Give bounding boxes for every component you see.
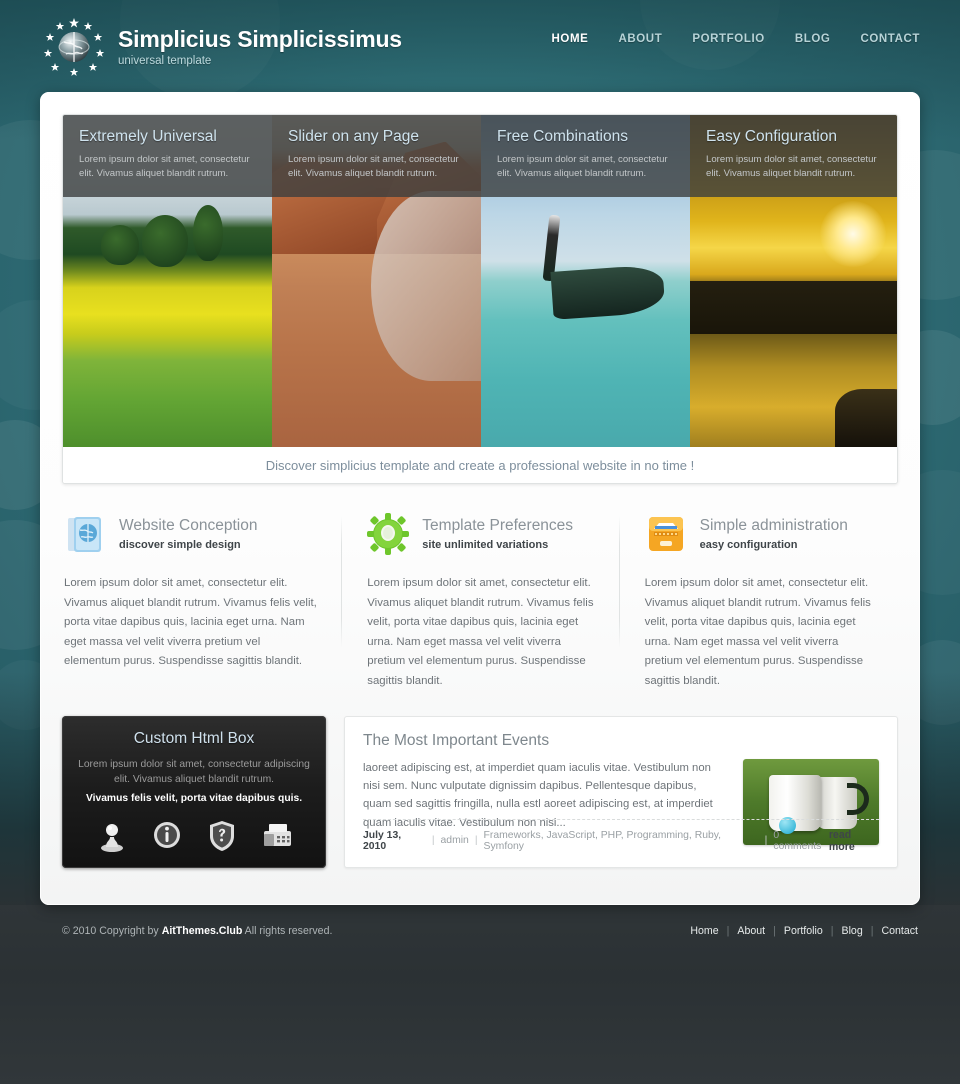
feature-subtitle: discover simple design (119, 538, 241, 551)
slide-text: Lorem ipsum dolor sit amet, consectetur … (706, 154, 877, 179)
feature-header: Simple administration easy configuration (645, 510, 872, 558)
nav-item-home[interactable]: HOME (552, 33, 589, 45)
content-panel: Extremely Universal Lorem ipsum dolor si… (40, 92, 920, 905)
events-meta: July 13, 2010 | admin | Frameworks, Java… (363, 818, 879, 853)
custom-html-box-text-strong: Vivamus felis velit, porta vitae dapibus… (85, 792, 303, 804)
footer-link-about[interactable]: About (737, 925, 765, 937)
green-gear-icon (367, 513, 410, 555)
orange-filebox-icon (645, 513, 687, 555)
footer-separator: | (773, 925, 776, 937)
slide-caption: Slider on any Page Lorem ipsum dolor sit… (272, 115, 481, 197)
slide-extremely-universal[interactable]: Extremely Universal Lorem ipsum dolor si… (63, 115, 272, 447)
nav-item-portfolio[interactable]: PORTFOLIO (692, 33, 764, 45)
feature-simple-administration: Simple administration easy configuration… (618, 510, 896, 692)
slide-slider-on-any-page[interactable]: Slider on any Page Lorem ipsum dolor sit… (272, 115, 481, 447)
feature-subtitle: easy configuration (699, 538, 798, 551)
feature-title: Website Conception (119, 517, 258, 535)
site-header: Simplicius Simplicissimus universal temp… (0, 0, 960, 90)
site-footer: © 2010 Copyright by AitThemes.Club All r… (0, 920, 960, 948)
meta-separator: | (474, 835, 478, 847)
slider-track: Extremely Universal Lorem ipsum dolor si… (63, 115, 897, 447)
footer-link-portfolio[interactable]: Portfolio (784, 925, 823, 937)
brand-subtitle: universal template (118, 55, 212, 68)
custom-html-box-icons (78, 819, 310, 853)
brand-title: Simplicius Simplicissimus (118, 25, 402, 52)
feature-subtitle: site unlimited variations (422, 538, 549, 551)
meta-separator: | (764, 835, 768, 847)
bottom-row: Custom Html Box Lorem ipsum dolor sit am… (62, 715, 898, 868)
slider-tagline: Discover simplicius template and create … (63, 447, 897, 483)
events-box: The Most Important Events laoreet adipis… (344, 715, 898, 868)
feature-body: Lorem ipsum dolor sit amet, consectetur … (64, 577, 317, 668)
feature-header: Website Conception discover simple desig… (64, 510, 317, 558)
copyright-text: © 2010 Copyright by AitThemes.Club All r… (62, 925, 332, 937)
slide-title: Easy Configuration (706, 128, 837, 145)
logo[interactable]: Simplicius Simplicissimus universal temp… (42, 18, 402, 76)
footer-link-blog[interactable]: Blog (842, 925, 863, 937)
slide-caption: Easy Configuration Lorem ipsum dolor sit… (690, 115, 897, 197)
slide-caption: Extremely Universal Lorem ipsum dolor si… (63, 115, 272, 197)
main-navigation: HOME ABOUT PORTFOLIO BLOG CONTACT (552, 33, 920, 45)
feature-header: Template Preferences site unlimited vari… (367, 510, 594, 558)
nav-item-contact[interactable]: CONTACT (860, 33, 920, 45)
events-date: July 13, 2010 (363, 829, 402, 852)
feature-template-preferences: Template Preferences site unlimited vari… (341, 510, 618, 692)
feature-body: Lorem ipsum dolor sit amet, consectetur … (644, 577, 871, 688)
blue-book-globe-icon (64, 513, 106, 555)
events-title: The Most Important Events (363, 731, 550, 749)
info-circle-icon[interactable] (150, 819, 184, 853)
user-chess-pawn-icon[interactable] (95, 819, 129, 853)
copyright-prefix: © 2010 Copyright by (62, 925, 162, 937)
slide-title: Extremely Universal (79, 128, 217, 145)
feature-website-conception: Website Conception discover simple desig… (64, 510, 341, 692)
footer-separator: | (726, 925, 730, 937)
events-author[interactable]: admin (441, 835, 469, 846)
read-more-link[interactable]: read more (829, 829, 879, 853)
feature-body: Lorem ipsum dolor sit amet, consectetur … (367, 577, 594, 688)
slide-free-combinations[interactable]: Free Combinations Lorem ipsum dolor sit … (481, 115, 690, 447)
footer-separator: | (870, 925, 874, 937)
fax-machine-icon[interactable] (260, 819, 294, 853)
feature-columns: Website Conception discover simple desig… (62, 510, 898, 692)
footer-link-home[interactable]: Home (690, 925, 718, 937)
copyright-brand[interactable]: AitThemes.Club (162, 925, 243, 937)
footer-link-contact[interactable]: Contact (881, 925, 918, 937)
slide-title: Free Combinations (497, 128, 628, 145)
meta-separator: | (431, 835, 435, 847)
slide-text: Lorem ipsum dolor sit amet, consectetur … (79, 154, 250, 179)
feature-title: Simple administration (699, 517, 848, 535)
slide-text: Lorem ipsum dolor sit amet, consectetur … (288, 154, 459, 179)
nav-item-about[interactable]: ABOUT (618, 33, 662, 45)
slide-caption: Free Combinations Lorem ipsum dolor sit … (481, 115, 690, 197)
custom-html-box-text: Lorem ipsum dolor sit amet, consectetur … (78, 758, 310, 786)
slide-easy-configuration[interactable]: Easy Configuration Lorem ipsum dolor sit… (690, 115, 897, 447)
slide-title: Slider on any Page (288, 128, 419, 145)
footer-separator: | (830, 925, 834, 937)
feature-slider: Extremely Universal Lorem ipsum dolor si… (62, 114, 898, 484)
feature-title: Template Preferences (422, 517, 574, 535)
slide-text: Lorem ipsum dolor sit amet, consectetur … (497, 154, 668, 179)
nav-item-blog[interactable]: BLOG (795, 33, 831, 45)
footer-navigation: Home | About | Portfolio | Blog | Contac… (690, 925, 918, 937)
events-categories[interactable]: Frameworks, JavaScript, PHP, Programming… (484, 830, 759, 852)
events-comments[interactable]: 0 comments (773, 830, 828, 852)
custom-html-box: Custom Html Box Lorem ipsum dolor sit am… (62, 715, 326, 868)
shield-question-icon[interactable] (205, 819, 239, 853)
custom-html-box-title: Custom Html Box (133, 729, 255, 747)
globe-stars-icon (42, 18, 106, 76)
copyright-suffix: All rights reserved. (242, 925, 333, 937)
